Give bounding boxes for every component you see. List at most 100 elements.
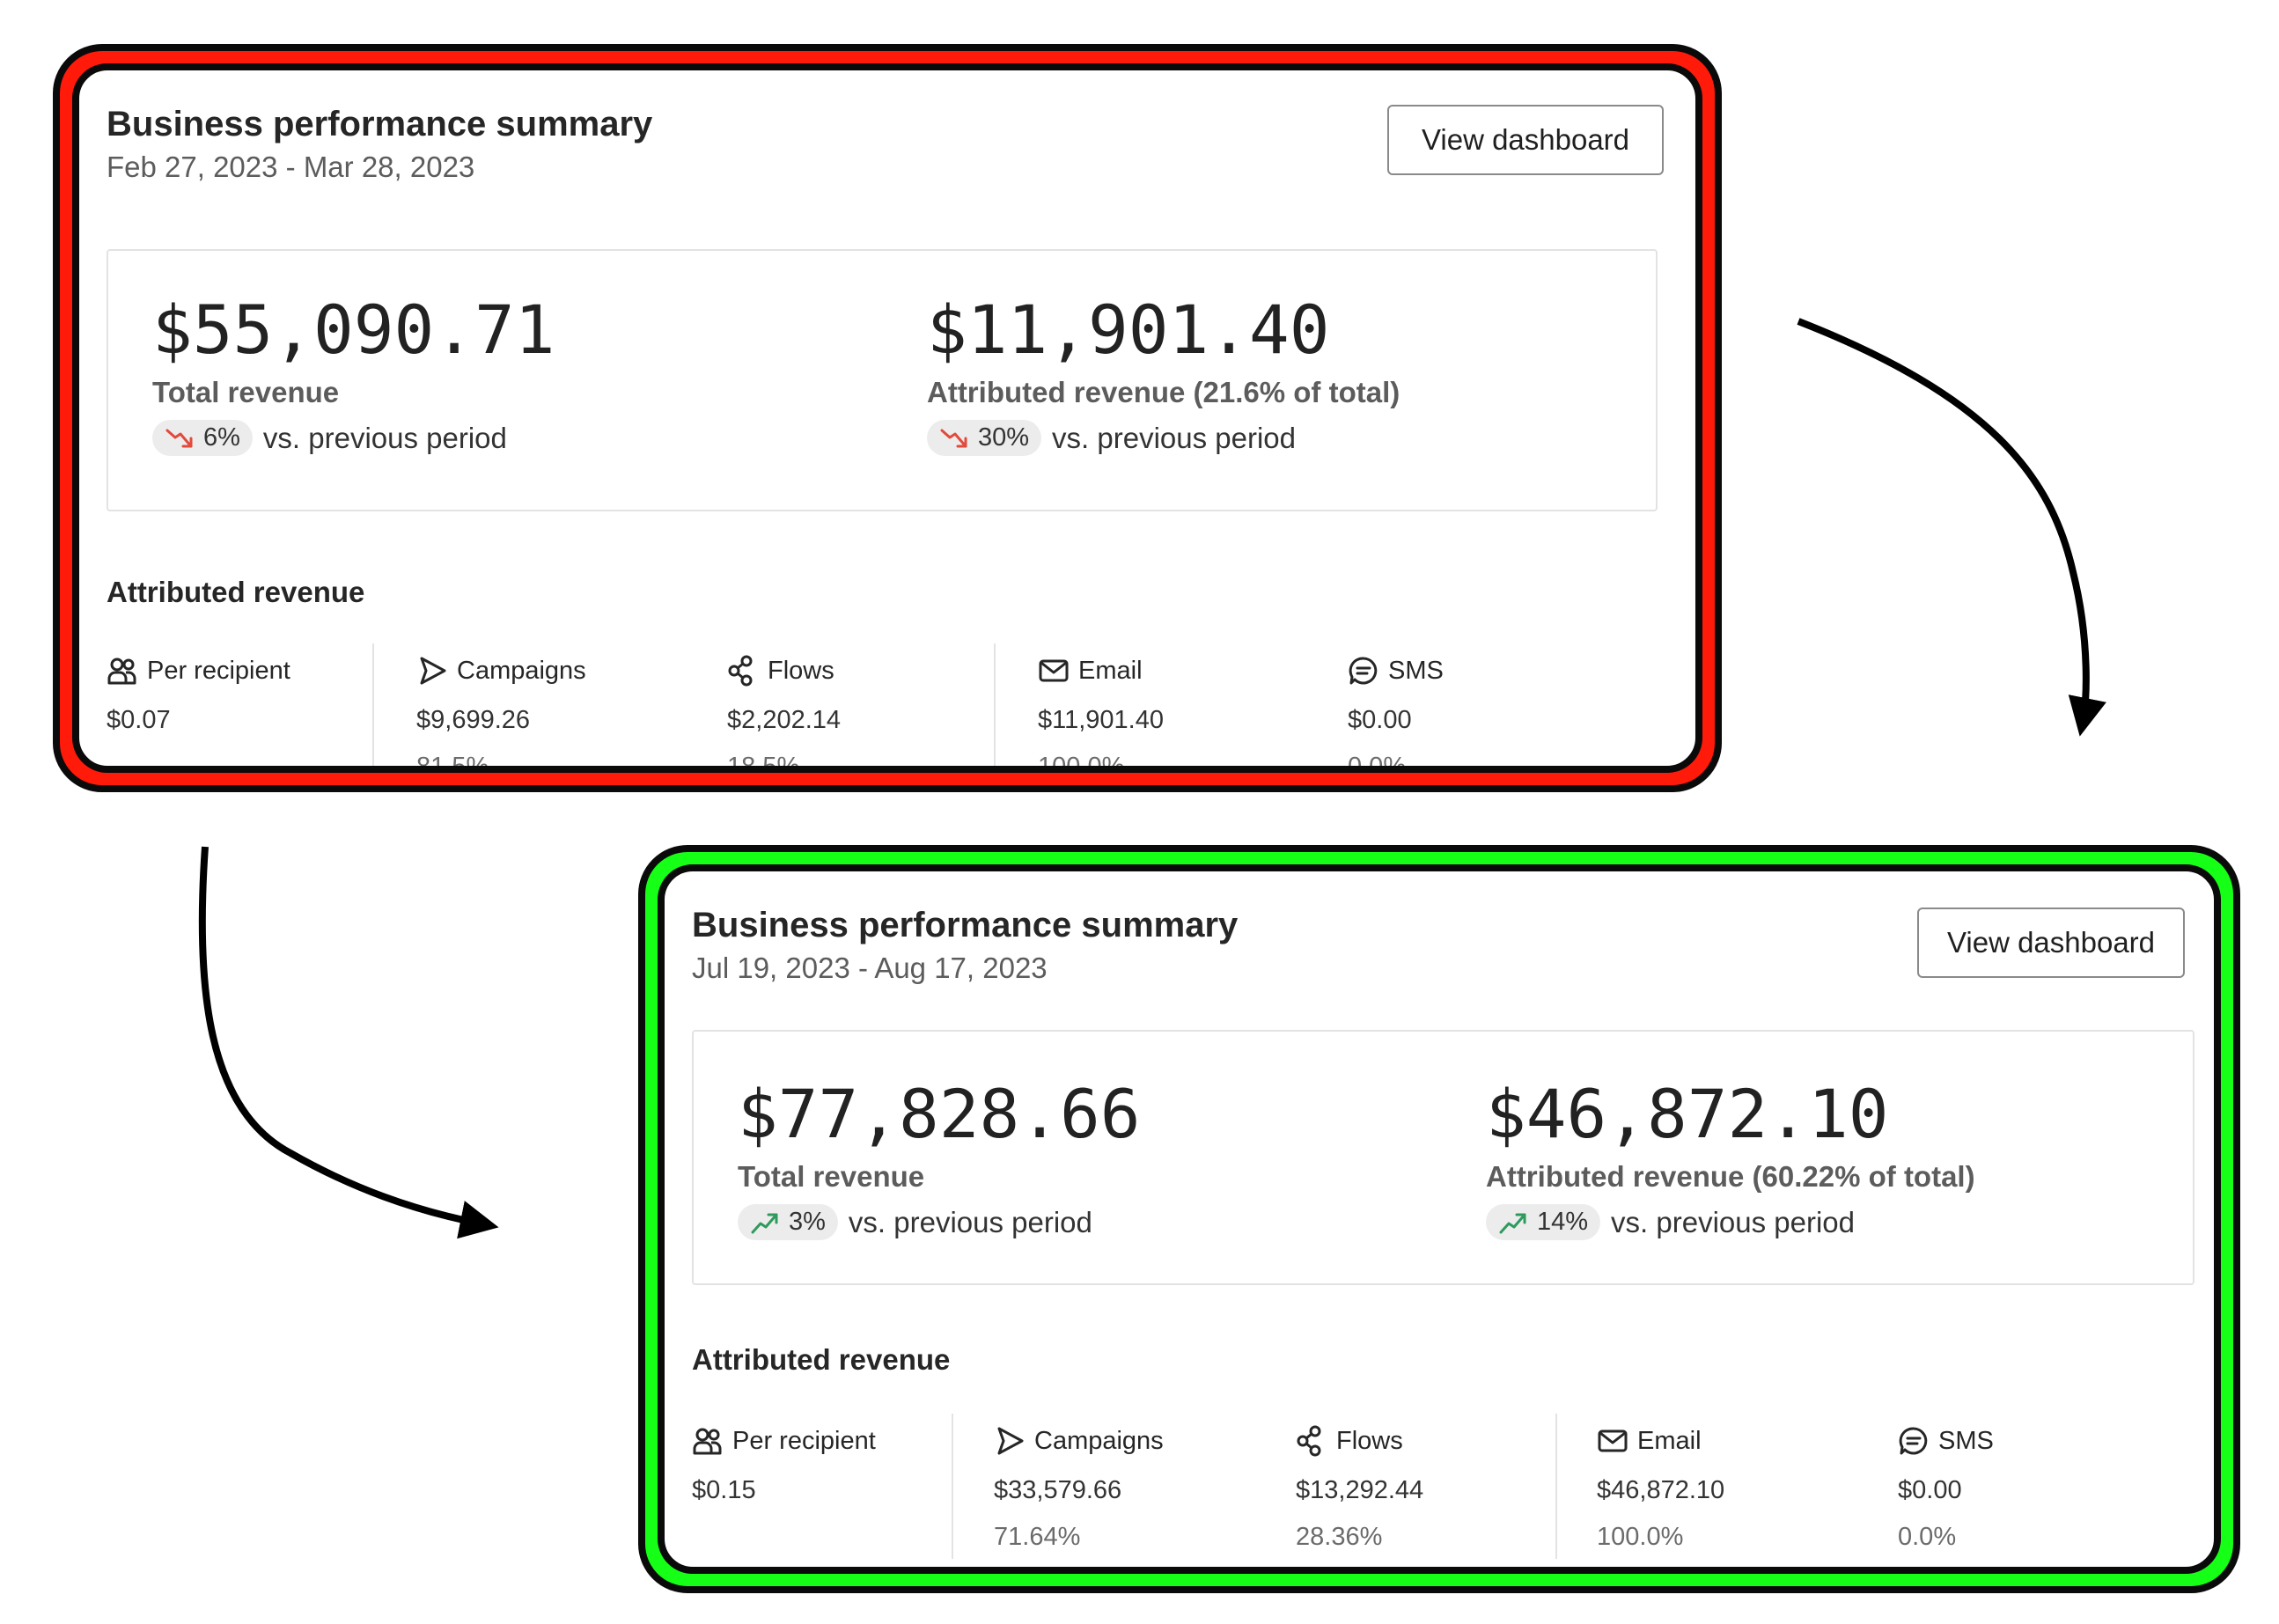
metric-value: $33,579.66 xyxy=(994,1476,1122,1504)
total-revenue-value: $55,090.71 xyxy=(152,290,555,369)
trend-up-icon xyxy=(1499,1213,1526,1233)
trend-up-icon xyxy=(751,1213,778,1233)
metric-label: Email xyxy=(1078,656,1143,685)
change-percent: 14% xyxy=(1537,1208,1589,1236)
attributed-revenue-change: 14% vs. previous period xyxy=(1486,1204,1975,1240)
metric-value: $13,292.44 xyxy=(1296,1476,1424,1504)
metric-campaigns: Campaigns $33,579.66 71.64% xyxy=(994,1425,1164,1552)
chat-icon xyxy=(1899,1427,1928,1455)
change-badge: 14% xyxy=(1486,1204,1601,1240)
send-icon xyxy=(997,1427,1024,1455)
attributed-revenue-value: $46,872.10 xyxy=(1486,1075,1889,1153)
before-summary-card: Business performance summary Feb 27, 202… xyxy=(72,63,1702,773)
metric-percent: 0.0% xyxy=(1348,753,1407,773)
attributed-revenue-section-title: Attributed revenue xyxy=(107,576,365,608)
attributed-revenue-stat: $46,872.10 Attributed revenue (60.22% of… xyxy=(1486,1081,1975,1240)
attributed-revenue-value: $11,901.40 xyxy=(927,290,1330,369)
after-summary-frame: Business performance summary Jul 19, 202… xyxy=(638,845,2240,1593)
change-percent: 30% xyxy=(978,423,1030,452)
metric-label: Campaigns xyxy=(457,656,586,685)
attributed-revenue-label: Attributed revenue (60.22% of total) xyxy=(1486,1160,1975,1193)
attributed-revenue-stat: $11,901.40 Attributed revenue (21.6% of … xyxy=(927,297,1400,456)
total-revenue-label: Total revenue xyxy=(738,1160,925,1193)
view-dashboard-button[interactable]: View dashboard xyxy=(1917,908,2185,978)
metric-value: $0.07 xyxy=(107,706,171,734)
date-range: Feb 27, 2023 - Mar 28, 2023 xyxy=(107,151,475,183)
metric-percent: 100.0% xyxy=(1038,753,1125,773)
metric-percent: 100.0% xyxy=(1597,1523,1684,1551)
total-revenue-change: 3% vs. previous period xyxy=(738,1204,1141,1240)
metric-value: $0.00 xyxy=(1898,1476,1962,1504)
mail-icon xyxy=(1039,659,1069,682)
change-suffix: vs. previous period xyxy=(848,1205,1092,1238)
metric-flows: Flows $2,202.14 18.5% xyxy=(727,655,842,773)
metric-email: Email $46,872.10 100.0% xyxy=(1597,1425,1724,1552)
change-badge: 30% xyxy=(927,420,1042,456)
divider xyxy=(1555,1414,1557,1559)
change-suffix: vs. previous period xyxy=(262,421,507,454)
metric-per-recipient: Per recipient $0.07 xyxy=(107,655,290,735)
page-title: Business performance summary xyxy=(692,906,1239,944)
metric-label: Flows xyxy=(768,656,834,685)
metric-value: $0.15 xyxy=(692,1476,756,1504)
page-title: Business performance summary xyxy=(107,105,653,143)
metric-value: $11,901.40 xyxy=(1038,706,1164,734)
metric-percent: 28.36% xyxy=(1296,1523,1383,1551)
metric-campaigns: Campaigns $9,699.26 81.5% xyxy=(416,655,586,773)
attributed-revenue-change: 30% vs. previous period xyxy=(927,420,1400,456)
people-icon xyxy=(693,1428,722,1455)
metric-percent: 81.5% xyxy=(416,753,489,773)
date-range: Jul 19, 2023 - Aug 17, 2023 xyxy=(692,952,1048,984)
divider xyxy=(994,643,996,766)
change-percent: 6% xyxy=(203,423,240,452)
attributed-revenue-label: Attributed revenue (21.6% of total) xyxy=(927,376,1400,408)
attributed-revenue-section-title: Attributed revenue xyxy=(692,1343,951,1376)
metric-flows: Flows $13,292.44 28.36% xyxy=(1296,1425,1423,1552)
trend-down-icon xyxy=(165,429,193,447)
total-revenue-stat: $77,828.66 Total revenue 3% vs. previous… xyxy=(738,1081,1141,1240)
after-summary-card: Business performance summary Jul 19, 202… xyxy=(658,864,2221,1574)
total-revenue-label: Total revenue xyxy=(152,376,340,408)
total-revenue-stat: $55,090.71 Total revenue 6% vs. previous… xyxy=(152,297,555,456)
send-icon xyxy=(420,657,446,685)
metric-percent: 18.5% xyxy=(727,753,800,773)
metric-value: $9,699.26 xyxy=(416,706,531,734)
metric-sms: SMS $0.00 0.0% xyxy=(1348,655,1444,773)
metric-label: Email xyxy=(1637,1426,1702,1455)
flow-icon xyxy=(728,655,753,687)
metric-value: $2,202.14 xyxy=(727,706,842,734)
trend-down-icon xyxy=(940,429,967,447)
revenue-stats-box: $55,090.71 Total revenue 6% vs. previous… xyxy=(107,249,1658,511)
change-badge: 3% xyxy=(738,1204,838,1240)
metric-label: Per recipient xyxy=(147,656,290,685)
divider xyxy=(952,1414,953,1559)
metric-label: SMS xyxy=(1388,656,1444,685)
total-revenue-value: $77,828.66 xyxy=(738,1075,1141,1153)
metric-percent: 71.64% xyxy=(994,1523,1081,1551)
total-revenue-change: 6% vs. previous period xyxy=(152,420,555,456)
change-badge: 6% xyxy=(152,420,253,456)
metric-value: $46,872.10 xyxy=(1597,1476,1725,1504)
view-dashboard-button[interactable]: View dashboard xyxy=(1387,105,1664,175)
change-suffix: vs. previous period xyxy=(1611,1205,1856,1238)
metric-sms: SMS $0.00 0.0% xyxy=(1898,1425,1994,1552)
change-suffix: vs. previous period xyxy=(1052,421,1297,454)
metric-email: Email $11,901.40 100.0% xyxy=(1038,655,1164,773)
metric-label: Flows xyxy=(1336,1426,1403,1455)
metric-value: $0.00 xyxy=(1348,706,1412,734)
before-summary-frame: Business performance summary Feb 27, 202… xyxy=(53,44,1722,792)
revenue-stats-box: $77,828.66 Total revenue 3% vs. previous… xyxy=(692,1030,2194,1285)
chat-icon xyxy=(1349,657,1378,685)
change-percent: 3% xyxy=(789,1208,826,1236)
mail-icon xyxy=(1598,1429,1628,1452)
left-curved-arrow xyxy=(198,846,499,1239)
metric-per-recipient: Per recipient $0.15 xyxy=(692,1425,876,1505)
metric-label: Per recipient xyxy=(732,1426,876,1455)
metric-label: SMS xyxy=(1938,1426,1994,1455)
right-curved-arrow xyxy=(1797,318,2106,737)
people-icon xyxy=(107,658,136,685)
metric-percent: 0.0% xyxy=(1898,1523,1957,1551)
divider xyxy=(372,643,374,766)
metric-label: Campaigns xyxy=(1034,1426,1164,1455)
flow-icon xyxy=(1297,1425,1321,1457)
